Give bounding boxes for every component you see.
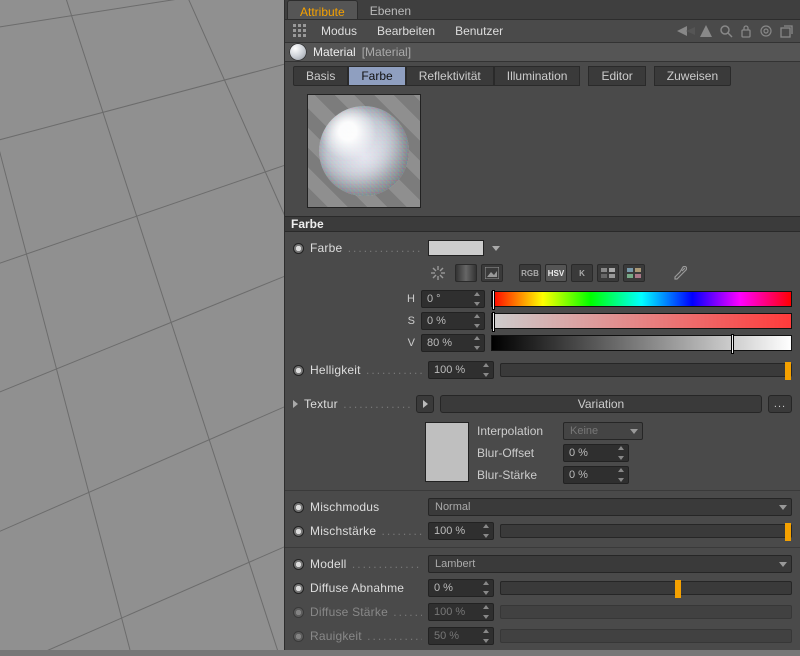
picture-icon[interactable] xyxy=(481,264,503,282)
menu-bearbeiten[interactable]: Bearbeiten xyxy=(367,24,445,38)
swatches2-icon[interactable] xyxy=(623,264,645,282)
color-mode-strip: RGB HSV K xyxy=(425,264,792,282)
tab-reflektivitaet[interactable]: Reflektivität xyxy=(406,66,494,86)
tab-editor[interactable]: Editor xyxy=(588,66,645,86)
textur-browse-button[interactable]: ... xyxy=(768,395,792,413)
lock-icon[interactable] xyxy=(736,21,756,41)
tab-illumination[interactable]: Illumination xyxy=(494,66,581,86)
anim-dot-diffuse-staerke xyxy=(293,607,304,618)
label-rauigkeit: Rauigkeit xyxy=(310,629,422,643)
label-v: V xyxy=(401,337,415,349)
attribute-menubar: Modus Bearbeiten Benutzer xyxy=(285,20,800,42)
material-preview[interactable] xyxy=(307,94,421,208)
panel-tabs: Attribute Ebenen xyxy=(285,0,800,20)
label-helligkeit: Helligkeit xyxy=(310,363,422,377)
nav-back-icon[interactable] xyxy=(676,21,696,41)
anim-dot-mischstaerke[interactable] xyxy=(293,526,304,537)
mode-k[interactable]: K xyxy=(571,264,593,282)
slider-diffuse-abnahme[interactable] xyxy=(500,581,792,595)
label-blur-staerke: Blur-Stärke xyxy=(477,468,557,482)
slider-sat[interactable] xyxy=(491,313,792,329)
anim-dot-farbe[interactable] xyxy=(293,243,304,254)
object-name: Material xyxy=(313,45,356,59)
combo-interpolation: Keine xyxy=(563,422,643,440)
slider-helligkeit[interactable] xyxy=(500,363,792,377)
tab-zuweisen[interactable]: Zuweisen xyxy=(654,66,731,86)
slider-diffuse-staerke xyxy=(500,605,792,619)
tab-ebenen[interactable]: Ebenen xyxy=(358,0,423,19)
label-interpolation: Interpolation xyxy=(477,424,557,438)
input-rauigkeit: 50 % xyxy=(428,627,494,645)
menu-benutzer[interactable]: Benutzer xyxy=(445,24,513,38)
spectrum-icon[interactable] xyxy=(455,264,477,282)
new-window-icon[interactable] xyxy=(776,21,796,41)
anim-dot-mischmodus[interactable] xyxy=(293,502,304,513)
combo-modell[interactable]: Lambert xyxy=(428,555,792,573)
anim-dot-diffuse-abnahme[interactable] xyxy=(293,583,304,594)
label-textur: Textur xyxy=(304,397,410,411)
anim-dot-rauigkeit xyxy=(293,631,304,642)
color-wheel-icon[interactable] xyxy=(425,264,451,282)
input-val[interactable]: 80 % xyxy=(421,334,485,352)
channel-tabs: Basis Farbe Reflektivität Illumination E… xyxy=(285,62,800,86)
label-h: H xyxy=(401,293,415,305)
slider-mischstaerke[interactable] xyxy=(500,524,792,538)
3d-viewport[interactable] xyxy=(0,0,284,650)
label-s: S xyxy=(401,315,415,327)
material-ball-icon xyxy=(289,43,307,61)
input-helligkeit[interactable]: 100 % xyxy=(428,361,494,379)
tab-attribute[interactable]: Attribute xyxy=(287,0,358,19)
label-modell: Modell xyxy=(310,557,422,571)
label-farbe: Farbe xyxy=(310,241,422,255)
input-diffuse-abnahme[interactable]: 0 % xyxy=(428,579,494,597)
preview-sphere-icon xyxy=(319,106,409,196)
input-diffuse-staerke: 100 % xyxy=(428,603,494,621)
slider-hue[interactable] xyxy=(491,291,792,307)
color-dropdown-icon[interactable] xyxy=(492,246,500,251)
label-diffuse-staerke: Diffuse Stärke xyxy=(310,605,422,619)
attribute-panel: Attribute Ebenen Modus Bearbeiten Benutz… xyxy=(284,0,800,650)
tab-farbe[interactable]: Farbe xyxy=(348,66,405,86)
slider-val[interactable] xyxy=(491,335,792,351)
textur-menu-button[interactable] xyxy=(416,395,434,413)
grid-menu-icon[interactable] xyxy=(289,20,311,42)
color-swatch[interactable] xyxy=(428,240,484,256)
swatches-icon[interactable] xyxy=(597,264,619,282)
label-mischstaerke: Mischstärke xyxy=(310,524,422,538)
menu-modus[interactable]: Modus xyxy=(311,24,367,38)
search-icon[interactable] xyxy=(716,21,736,41)
object-title-bar: Material [Material] xyxy=(285,42,800,62)
section-header-farbe: Farbe xyxy=(285,216,800,232)
eyedropper-icon[interactable] xyxy=(667,264,693,282)
combo-mischmodus[interactable]: Normal xyxy=(428,498,792,516)
mode-hsv[interactable]: HSV xyxy=(545,264,567,282)
input-blur-staerke[interactable]: 0 % xyxy=(563,466,629,484)
target-icon[interactable] xyxy=(756,21,776,41)
mode-rgb[interactable]: RGB xyxy=(519,264,541,282)
anim-dot-modell[interactable] xyxy=(293,559,304,570)
label-mischmodus: Mischmodus xyxy=(310,500,422,514)
label-blur-offset: Blur-Offset xyxy=(477,446,557,460)
input-sat[interactable]: 0 % xyxy=(421,312,485,330)
input-mischstaerke[interactable]: 100 % xyxy=(428,522,494,540)
input-hue[interactable]: 0 ° xyxy=(421,290,485,308)
tab-basis[interactable]: Basis xyxy=(293,66,348,86)
slider-rauigkeit xyxy=(500,629,792,643)
disclosure-textur-icon[interactable] xyxy=(293,400,298,408)
texture-preview[interactable] xyxy=(425,422,469,482)
anim-dot-helligkeit[interactable] xyxy=(293,365,304,376)
object-type: [Material] xyxy=(362,45,411,59)
input-blur-offset[interactable]: 0 % xyxy=(563,444,629,462)
label-diffuse-abnahme: Diffuse Abnahme xyxy=(310,581,422,595)
nav-up-icon[interactable] xyxy=(696,21,716,41)
textur-shader-button[interactable]: Variation xyxy=(440,395,762,413)
